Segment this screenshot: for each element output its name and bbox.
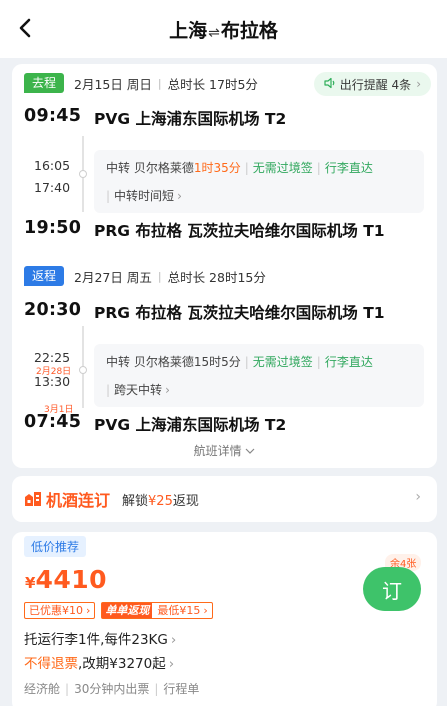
chevron-right-icon: ›: [415, 489, 421, 505]
stop-dot: [79, 170, 87, 178]
promo-amount: ¥25: [148, 493, 173, 509]
outbound-badge: 去程: [24, 73, 65, 93]
return-departure-airport: PRG 布拉格 瓦茨拉夫哈维尔国际机场 T1: [94, 304, 385, 322]
return-arrival-airport: PVG 上海浦东国际机场 T2: [94, 416, 287, 434]
return-departure-time: 20:30: [24, 300, 82, 320]
flight-hotel-bundle-banner[interactable]: 机酒连订 解锁¥25返现 ›: [12, 476, 437, 522]
origin-city: 上海: [169, 20, 208, 42]
no-visa-label: 无需过境签: [252, 161, 313, 175]
return-arrival-time: 07:45: [24, 412, 82, 432]
chevron-right-icon: ›: [416, 77, 421, 91]
outbound-duration: 总时长 17时5分: [167, 76, 258, 92]
outbound-arrival-time: 19:50: [24, 218, 82, 238]
low-price-tag: 低价推荐: [24, 536, 87, 557]
outbound-date: 2月15日 周日: [74, 76, 152, 92]
price-value: 4410: [35, 565, 108, 594]
baggage-through-label: 行李直达: [324, 355, 373, 369]
outbound-departure-time: 09:45: [24, 106, 82, 126]
chevron-right-icon: ›: [203, 604, 208, 617]
baggage-text: 托运行李1件,每件23KG: [24, 632, 168, 648]
cashback-label: 单单返现: [102, 603, 153, 618]
refund-warning: 不得退票: [24, 656, 78, 672]
promo-text-suffix: 返现: [172, 493, 199, 509]
return-stop-arrival: 22:25: [34, 350, 71, 365]
outbound-header: 去程 2月15日 周日 | 总时长 17时5分: [24, 72, 258, 94]
itinerary-receipt: 行程单: [163, 682, 200, 696]
return-badge: 返程: [24, 266, 65, 286]
cashback-tag: 单单返现 最低¥15 ›: [101, 602, 213, 619]
chevron-down-icon: [245, 444, 255, 458]
outbound-transfer-info[interactable]: 中转 贝尔格莱德1时35分 | 无需过境签 | 行李直达 | 中转时间短 ›: [94, 150, 424, 213]
return-date: 2月27日 周五: [74, 269, 152, 285]
discount-applied-tag: 已优惠¥10 ›: [24, 602, 96, 619]
destination-city: 布拉格: [220, 20, 278, 42]
book-button[interactable]: 订: [363, 567, 421, 611]
outbound-arrival-airport: PRG 布拉格 瓦茨拉夫哈维尔国际机场 T1: [94, 222, 385, 240]
stop-dot: [79, 366, 87, 374]
transfer-duration: 1时35分: [193, 161, 241, 175]
return-stop-departure: 13:30: [34, 374, 71, 389]
chevron-right-icon: ›: [168, 656, 175, 672]
promo-text: 解锁¥25返现: [122, 490, 199, 509]
itinerary-card: 去程 2月15日 周日 | 总时长 17时5分 出行提醒 4条 › 09:45 …: [12, 64, 437, 468]
reminder-label: 出行提醒 4条: [339, 77, 412, 92]
baggage-policy[interactable]: 托运行李1件,每件23KG ›: [24, 628, 176, 648]
no-visa-label: 无需过境签: [252, 355, 313, 369]
issue-time: 30分钟内出票: [74, 682, 150, 696]
speaker-icon: [324, 77, 336, 92]
transfer-city: 中转 贝尔格莱德: [106, 161, 194, 175]
transfer-city: 中转 贝尔格莱德15时5分: [106, 355, 241, 369]
outbound-stop-departure: 17:40: [34, 180, 71, 195]
page-title: 上海⇌布拉格: [0, 16, 447, 43]
promo-text-prefix: 解锁: [122, 493, 149, 509]
transfer-note: 跨天中转: [114, 383, 163, 397]
chevron-right-icon: ›: [165, 383, 170, 397]
promo-title: 机酒连订: [46, 491, 111, 510]
fare-attributes: 经济舱 | 30分钟内出票 | 行程单: [24, 682, 200, 696]
flight-details-link[interactable]: 航班详情: [12, 442, 437, 459]
currency-symbol: ¥: [25, 574, 36, 592]
flight-details-label: 航班详情: [193, 444, 242, 458]
cabin-class: 经济舱: [24, 682, 61, 696]
travel-reminder-button[interactable]: 出行提醒 4条 ›: [313, 72, 431, 96]
top-nav-bar: 上海⇌布拉格: [0, 0, 447, 58]
cashback-value: 最低¥15: [157, 604, 201, 617]
outbound-stop-arrival: 16:05: [34, 158, 71, 173]
outbound-departure-airport: PVG 上海浦东国际机场 T2: [94, 110, 287, 128]
chevron-right-icon: ›: [177, 189, 182, 203]
return-duration: 总时长 28时15分: [167, 269, 266, 285]
transfer-note: 中转时间短: [114, 189, 175, 203]
baggage-through-label: 行李直达: [324, 161, 373, 175]
hotel-flight-icon: [24, 491, 42, 507]
discount-text: 已优惠¥10: [29, 604, 83, 617]
change-fee: ,改期¥3270起: [78, 656, 166, 672]
fare-offer-card[interactable]: 低价推荐 ¥4410 已优惠¥10 › 单单返现 最低¥15 › 托运行李1件,每件2…: [12, 532, 437, 706]
fare-price: ¥4410: [25, 565, 107, 594]
chevron-right-icon: ›: [170, 632, 177, 648]
round-trip-icon: ⇌: [208, 25, 220, 41]
discount-tags: 已优惠¥10 › 单单返现 最低¥15 ›: [24, 602, 213, 619]
refund-policy[interactable]: 不得退票,改期¥3270起 ›: [24, 652, 174, 672]
chevron-right-icon: ›: [86, 604, 91, 617]
return-header: 返程 2月27日 周五 | 总时长 28时15分: [24, 265, 266, 287]
return-transfer-info[interactable]: 中转 贝尔格莱德15时5分 | 无需过境签 | 行李直达 | 跨天中转 ›: [94, 344, 424, 407]
